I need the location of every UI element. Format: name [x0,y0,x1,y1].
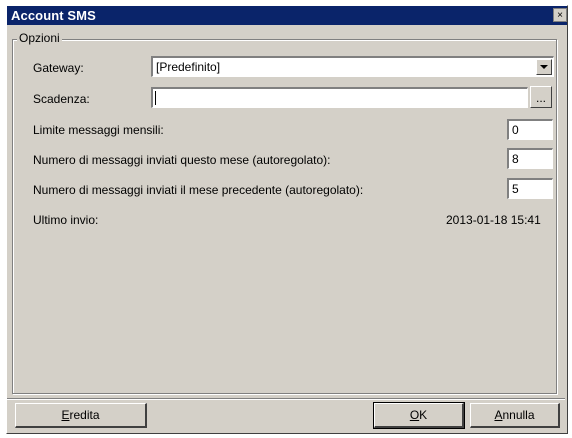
scadenza-input[interactable] [151,87,528,108]
gateway-select[interactable]: [Predefinito] [151,56,554,77]
ultimo-invio-value: 2013-01-18 15:41 [446,213,541,227]
inviati-prec-input[interactable]: 5 [507,178,553,199]
eredita-label: redita [69,408,100,422]
scadenza-label: Scadenza: [33,92,90,106]
inviati-mese-input[interactable]: 8 [507,148,553,169]
limite-label: Limite messaggi mensili: [33,123,164,137]
ok-mnemonic: O [409,408,420,422]
ok-label: K [419,408,428,422]
text-caret [155,91,156,105]
ultimo-invio-label: Ultimo invio: [33,213,99,227]
chevron-down-icon[interactable] [536,59,552,75]
inviati-prec-label: Numero di messaggi inviati il mese prece… [33,183,364,197]
gateway-label: Gateway: [33,61,84,75]
date-picker-button[interactable]: ... [530,86,552,108]
annulla-button[interactable]: Annulla [470,403,560,428]
inviati-mese-input-value: 8 [512,152,519,166]
window-title: Account SMS [11,8,96,23]
inviati-mese-label: Numero di messaggi inviati questo mese (… [33,153,331,167]
ok-button[interactable]: OK [373,402,465,429]
inviati-prec-input-value: 5 [512,182,519,196]
footer-separator [7,398,565,400]
title-bar[interactable]: Account SMS × [7,6,567,25]
limite-input[interactable]: 0 [507,119,553,140]
gateway-select-value: [Predefinito] [156,60,221,74]
limite-input-value: 0 [512,123,519,137]
close-icon[interactable]: × [553,8,567,22]
options-group-legend: Opzioni [17,31,62,45]
eredita-button[interactable]: Eredita [15,403,147,428]
annulla-label: nnulla [502,408,535,422]
